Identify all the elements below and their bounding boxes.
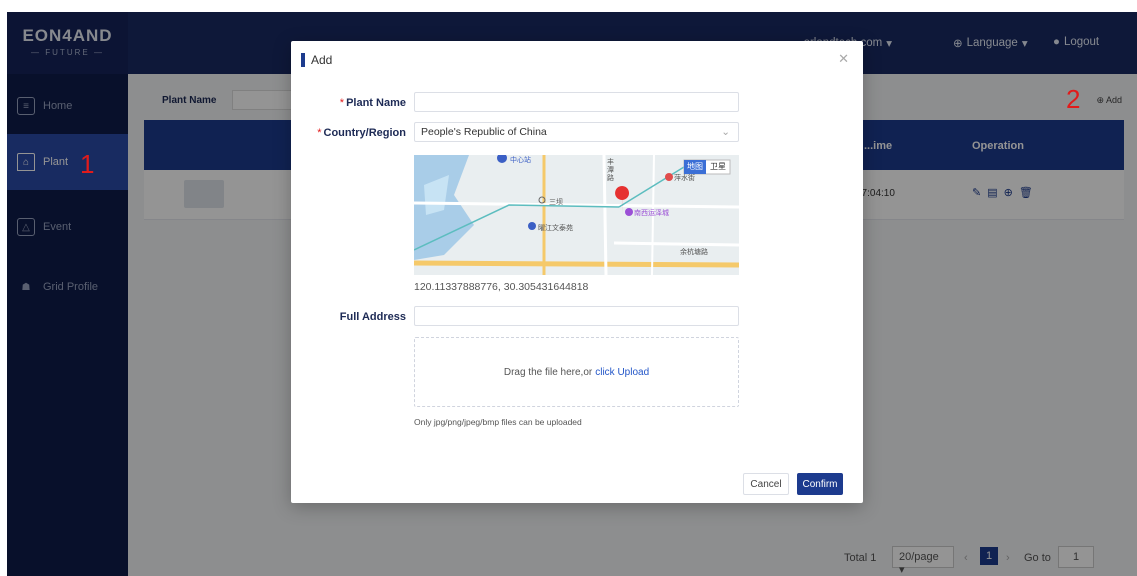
upload-hint: Only jpg/png/jpeg/bmp files can be uploa… xyxy=(414,417,582,427)
country-region-label: * Country/Region xyxy=(317,127,406,139)
map-poi-label: 萍水街 xyxy=(674,175,695,182)
map-poi-label: 中心站 xyxy=(510,157,531,164)
country-region-value: People's Republic of China xyxy=(421,126,547,138)
location-map[interactable]: 地图 卫星 中心站 丰潭路 萍水街 三坝 南西运泽城 曜江文泰苑 余杭塘路 xyxy=(414,155,739,275)
annotation-1: 1 xyxy=(80,149,95,179)
cancel-button[interactable]: Cancel xyxy=(743,473,789,495)
full-address-input[interactable] xyxy=(414,306,739,326)
full-address-label: Full Address xyxy=(339,311,406,323)
map-poi-label: 三坝 xyxy=(549,199,563,206)
map-road-label: 余杭塘路 xyxy=(680,249,708,256)
upload-text: Drag the file here,or xyxy=(503,366,593,378)
click-upload-link[interactable]: click Upload xyxy=(595,367,649,378)
coordinates-text: 120.11337888776, 30.305431644818 xyxy=(414,281,589,293)
title-accent xyxy=(301,53,305,67)
close-icon[interactable]: ✕ xyxy=(838,51,849,67)
country-region-select[interactable]: People's Republic of China ⌄ xyxy=(414,122,739,142)
annotation-2: 2 xyxy=(1066,84,1081,114)
map-poi-label: 曜江文泰苑 xyxy=(538,225,573,232)
map-toggle-satellite[interactable]: 卫星 xyxy=(710,161,726,172)
map-road-label: 丰潭路 xyxy=(607,159,614,182)
plant-name-input[interactable] xyxy=(414,92,739,112)
plant-name-label: * Plant Name xyxy=(339,97,406,109)
dialog-title: Add xyxy=(301,53,332,67)
add-plant-dialog: Add ✕ * Plant Name * Country/Region People… xyxy=(291,41,863,503)
map-toggle-map[interactable]: 地图 xyxy=(687,161,703,172)
upload-dropzone[interactable]: Drag the file here,or click Upload xyxy=(414,337,739,407)
dialog-title-text: Add xyxy=(311,53,333,67)
confirm-button[interactable]: Confirm xyxy=(797,473,843,495)
chevron-down-icon: ⌄ xyxy=(721,126,730,138)
map-poi-label: 南西运泽城 xyxy=(634,210,669,217)
